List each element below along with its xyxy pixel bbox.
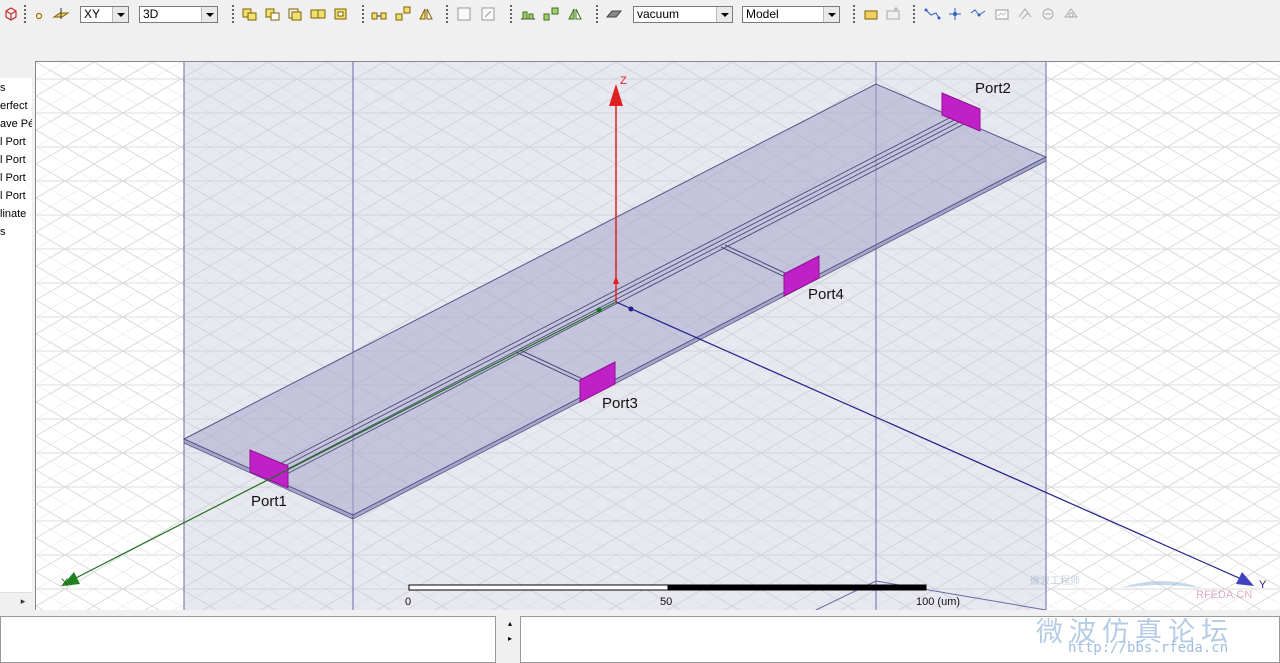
point-icon[interactable] [30, 5, 48, 23]
scale-bar-black [667, 584, 927, 591]
scale-tick-label: 50 [660, 596, 672, 608]
tree-item[interactable]: erfect [0, 100, 28, 112]
color-icon[interactable] [862, 5, 880, 23]
export-icon[interactable] [1062, 5, 1080, 23]
toolbar-separator [446, 5, 448, 23]
split-icon[interactable] [309, 5, 327, 23]
scale-tick-label: 100 (um) [916, 596, 960, 608]
model-canvas[interactable]: Z Y X Port1 Port2 Port3 Port4 0 50 100 (… [36, 62, 1280, 610]
rotate-icon[interactable] [394, 5, 412, 23]
align-icon[interactable] [519, 5, 537, 23]
mirror-copy-icon[interactable] [566, 5, 584, 23]
dimension-select[interactable]: 3D [139, 6, 218, 23]
chevron-down-icon[interactable] [201, 7, 217, 22]
chevron-down-icon[interactable] [716, 7, 732, 22]
toolbar-separator [232, 5, 234, 23]
field-overlay-icon[interactable] [1016, 5, 1034, 23]
subtract-icon[interactable] [263, 5, 281, 23]
mode-select-value: Model [746, 7, 779, 21]
chevron-down-icon[interactable] [112, 7, 128, 22]
validate-icon[interactable] [969, 5, 987, 23]
scale-bar-white [408, 584, 669, 591]
watermark-small-text: 微波工程师 [1030, 574, 1080, 587]
toolbar-separator [853, 5, 855, 23]
y-axis-label: Y [1259, 579, 1267, 591]
dimension-select-value: 3D [143, 7, 159, 21]
mirror-icon[interactable] [417, 5, 435, 23]
toolbar-separator [24, 5, 26, 23]
tree-item[interactable]: linate [0, 208, 26, 220]
tree-item[interactable]: ave Pé [0, 118, 32, 130]
material-select-value: vacuum [637, 7, 680, 21]
y-axis-tick-icon [628, 306, 634, 312]
port3-label: Port3 [602, 395, 638, 412]
toolbar: XY 3D vacuum Model [0, 0, 1280, 60]
imprint-icon[interactable] [332, 5, 350, 23]
x-axis-label: X [61, 577, 69, 589]
toolbar-row: XY 3D vacuum Model [0, 3, 1280, 25]
scroll-up-icon[interactable]: ▴ [508, 619, 512, 628]
box-icon[interactable] [2, 5, 20, 23]
toolbar-separator [596, 5, 598, 23]
project-tree: s erfect ave Pé l Port l Port l Port l P… [0, 78, 32, 608]
toolbar-separator [510, 5, 512, 23]
watermark-url: http://bbs.rfeda.cn [1068, 640, 1229, 656]
frame-select-icon[interactable] [479, 5, 497, 23]
z-axis-label: Z [620, 75, 627, 87]
watermark-brand: RFEDA.CN [1196, 589, 1252, 601]
tree-item[interactable]: s [0, 226, 6, 238]
tree-item[interactable]: s [0, 82, 6, 94]
report-icon[interactable] [993, 5, 1011, 23]
material-select[interactable]: vacuum [633, 6, 733, 23]
tree-item[interactable]: l Port [0, 190, 26, 202]
x-axis-tick-icon [596, 307, 602, 313]
tree-item[interactable]: l Port [0, 154, 26, 166]
frame-icon[interactable] [455, 5, 473, 23]
sweep-icon[interactable] [946, 5, 964, 23]
mode-select[interactable]: Model [742, 6, 840, 23]
port1-label: Port1 [251, 493, 287, 510]
plane-select[interactable]: XY [80, 6, 129, 23]
port2-label: Port2 [975, 80, 1011, 97]
message-panel[interactable] [0, 616, 496, 663]
plane-select-value: XY [84, 7, 101, 21]
plane-icon[interactable] [52, 5, 70, 23]
tree-item[interactable]: l Port [0, 172, 26, 184]
toolbar-separator [913, 5, 915, 23]
distribute-icon[interactable] [542, 5, 560, 23]
move-icon[interactable] [370, 5, 388, 23]
toolbar-separator [362, 5, 364, 23]
intersect-icon[interactable] [286, 5, 304, 23]
unite-icon[interactable] [240, 5, 258, 23]
animate-icon[interactable] [1039, 5, 1057, 23]
modeler-viewport[interactable]: Z Y X Port1 Port2 Port3 Port4 0 50 100 (… [35, 61, 1280, 610]
tree-item[interactable]: l Port [0, 136, 26, 148]
material-icon[interactable] [605, 5, 623, 23]
scroll-down-icon[interactable]: ▸ [508, 634, 512, 643]
analysis-setup-icon[interactable] [923, 5, 941, 23]
chevron-down-icon[interactable] [823, 7, 839, 22]
panel-splitter[interactable]: ▴ ▸ [505, 616, 519, 663]
transparency-icon[interactable] [884, 5, 902, 23]
scroll-right-icon[interactable]: ▸ [16, 594, 30, 608]
port4-label: Port4 [808, 286, 844, 303]
scale-tick-label: 0 [405, 596, 411, 608]
tree-scrollbar[interactable]: ▸ [0, 592, 32, 609]
